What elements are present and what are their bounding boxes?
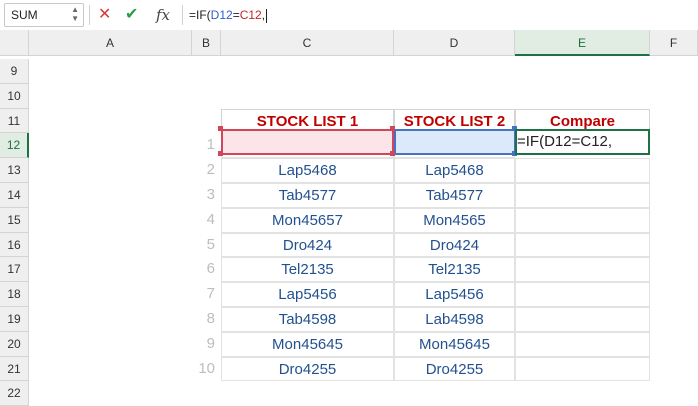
row-header-12[interactable]: 12 [0,133,29,159]
list1-cell[interactable]: Lap5468 [221,158,394,183]
list2-cell[interactable]: Lab4598 [394,307,515,332]
row-header-20[interactable]: 20 [0,331,29,357]
list2-cell[interactable]: Mon4565 [394,207,515,233]
active-cell-editor[interactable]: =IF(D12=C12, [517,133,612,150]
list2-cell[interactable]: Tel2135 [394,257,515,283]
column-header-d[interactable]: D [394,30,515,56]
list1-cell[interactable]: Tel2135 [221,257,394,283]
row-header-14[interactable]: 14 [0,183,29,208]
resize-handle[interactable] [390,126,395,131]
row-header-11[interactable]: 11 [0,108,29,134]
compare-cell[interactable] [515,232,650,258]
insert-function-icon[interactable]: fx [156,5,170,25]
row-header-19[interactable]: 19 [0,307,29,332]
row-header-13[interactable]: 13 [0,158,29,183]
list2-cell[interactable]: Mon45645 [394,331,515,357]
row-header-18[interactable]: 18 [0,282,29,307]
formula-eq: = [232,8,240,22]
column-header-e[interactable]: E [515,30,650,56]
list1-cell[interactable]: Mon45657 [221,207,394,233]
compare-cell[interactable] [515,207,650,233]
row-index-number: 3 [206,186,215,203]
list2-cell[interactable]: Tab4577 [394,183,515,208]
column-header-b[interactable]: B [192,30,221,56]
divider [182,5,183,25]
row-index-number: 4 [206,210,215,228]
resize-handle[interactable] [218,126,223,131]
text-caret [266,8,268,23]
formula-ref-d12: D12 [210,8,233,22]
row-index-number: 9 [206,334,215,352]
formula-ref-c12: C12 [239,8,262,22]
row-header-21[interactable]: 21 [0,356,29,382]
list2-cell[interactable]: Lap5468 [394,158,515,183]
row-index-number: 7 [206,285,215,303]
compare-cell[interactable] [515,257,650,283]
row-header-16[interactable]: 16 [0,232,29,258]
reference-highlight-d12 [394,129,516,155]
divider [89,5,90,25]
compare-cell[interactable] [515,158,650,183]
list2-cell[interactable]: Lap5456 [394,282,515,307]
list1-cell[interactable]: Tab4577 [221,183,394,208]
resize-handle[interactable] [218,151,223,156]
row-header-10[interactable]: 10 [0,83,29,109]
row-index-number: 6 [206,260,215,278]
row-header-17[interactable]: 17 [0,257,29,283]
row-header-9[interactable]: 9 [0,59,29,84]
list1-cell[interactable]: Lap5456 [221,282,394,307]
column-header-f[interactable]: F [650,30,698,56]
formula-prefix: =IF( [189,8,211,22]
compare-cell[interactable] [515,331,650,357]
row-index-number: 8 [206,310,215,327]
resize-handle[interactable] [390,151,395,156]
cancel-icon[interactable]: ✕ [98,5,111,25]
compare-cell[interactable] [515,282,650,307]
list1-cell[interactable]: Mon45645 [221,331,394,357]
select-all-corner[interactable] [0,30,29,56]
name-box-value: SUM [11,8,38,22]
row-header-22[interactable]: 22 [0,381,29,406]
row-index-number: 10 [198,359,215,377]
name-box[interactable]: SUM ▲ ▼ [4,3,84,27]
column-header-c[interactable]: C [221,30,394,56]
row-index-number: 5 [206,235,215,253]
list1-cell[interactable]: Dro424 [221,232,394,258]
row-index-number: 2 [206,161,215,179]
row-index-number: 1 [206,136,215,154]
reference-highlight-c12 [221,129,394,155]
enter-icon[interactable]: ✔ [125,5,138,25]
compare-cell[interactable] [515,356,650,382]
formula-bar: SUM ▲ ▼ ✕ ✔ fx =IF(D12=C12, [0,0,698,31]
list2-cell[interactable]: Dro4255 [394,356,515,382]
formula-suffix: , [261,8,266,22]
list2-cell[interactable]: Dro424 [394,232,515,258]
row-header-15[interactable]: 15 [0,207,29,233]
list1-cell[interactable]: Tab4598 [221,307,394,332]
name-box-stepper-icon[interactable]: ▲ ▼ [71,5,79,23]
compare-cell[interactable] [515,307,650,332]
formula-input[interactable]: =IF(D12=C12, [189,8,268,23]
column-header-a[interactable]: A [29,30,192,56]
compare-cell[interactable] [515,183,650,208]
list1-cell[interactable]: Dro4255 [221,356,394,382]
